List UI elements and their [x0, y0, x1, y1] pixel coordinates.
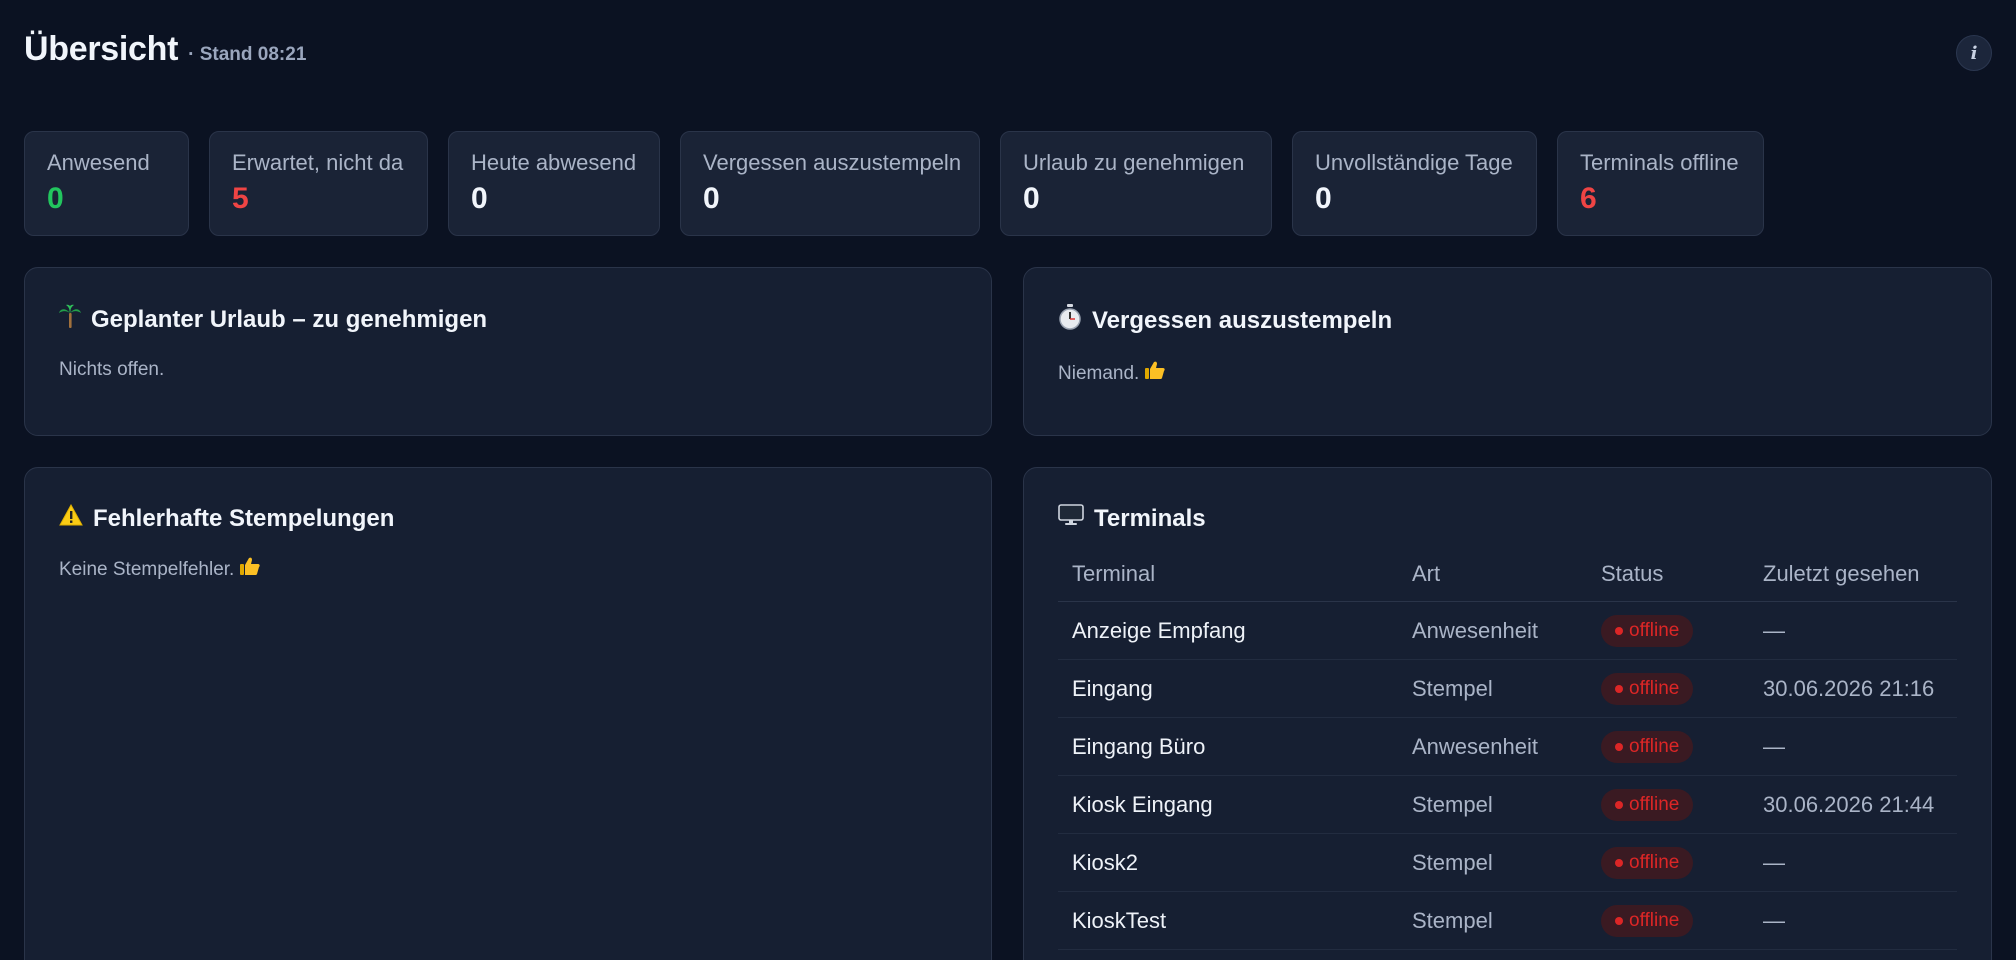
terminal-art: Anwesenheit [1398, 601, 1587, 660]
status-badge: offline [1601, 672, 1694, 705]
status-dot-icon [1615, 626, 1623, 635]
card-vergessen-auszustempeln: Vergessen auszustempeln Niemand. [1023, 267, 1992, 436]
card-title: Geplanter Urlaub – zu genehmigen [91, 305, 488, 333]
terminal-name: Eingang [1058, 659, 1398, 718]
dashboard-page: Übersicht · Stand 08:21 i Anwesend 0 Erw… [0, 0, 2016, 960]
column-header-art[interactable]: Art [1398, 553, 1587, 602]
kpi-label: Urlaub zu genehmigen [1023, 150, 1245, 175]
column-header-zuletzt-gesehen[interactable]: Zuletzt gesehen [1749, 553, 1957, 602]
kpi-value: 0 [471, 182, 488, 215]
table-row[interactable]: Eingang Büro Anwesenheit offline — [1058, 717, 1957, 776]
terminal-art: Anwesenheit [1398, 717, 1587, 776]
kpi-erwartet-nicht-da[interactable]: Erwartet, nicht da 5 [209, 131, 428, 236]
terminal-last-seen: 30.06.2026 21:16 [1749, 659, 1957, 718]
card-text: Niemand. [1058, 363, 1140, 384]
kpi-value: 0 [1023, 182, 1040, 215]
kpi-label: Terminals offline [1580, 150, 1739, 175]
terminal-name: KioskTest [1058, 891, 1398, 950]
table-header-row: Terminal Art Status Zuletzt gesehen [1058, 553, 1957, 602]
card-text: Nichts offen. [59, 359, 165, 380]
status-dot-icon [1615, 742, 1623, 751]
kpi-value: 0 [1315, 182, 1332, 215]
terminal-last-seen: — [1749, 833, 1957, 892]
terminal-art: Stempel [1398, 833, 1587, 892]
terminal-art: Stempel [1398, 659, 1587, 718]
kpi-vergessen-auszustempeln[interactable]: Vergessen auszustempeln 0 [680, 131, 980, 236]
terminal-name: Kiosk2 [1058, 833, 1398, 892]
kpi-value: 0 [703, 182, 720, 215]
kpi-label: Unvollständige Tage [1315, 150, 1513, 175]
terminal-last-seen: — [1749, 601, 1957, 660]
table-row[interactable]: KioskTest Stempel offline — [1058, 891, 1957, 950]
palm-tree-icon [59, 304, 81, 335]
terminals-table: Terminal Art Status Zuletzt gesehen Anze… [1058, 553, 1957, 950]
kpi-heute-abwesend[interactable]: Heute abwesend 0 [448, 131, 660, 236]
thumbs-up-icon [1144, 361, 1165, 385]
monitor-icon [1058, 504, 1084, 533]
table-row[interactable]: Kiosk Eingang Stempel offline 30.06.2026… [1058, 775, 1957, 834]
status-badge: offline [1601, 904, 1694, 937]
kpi-terminals-offline[interactable]: Terminals offline 6 [1557, 131, 1764, 236]
kpi-value: 6 [1580, 182, 1597, 215]
status-dot-icon [1615, 858, 1623, 867]
warning-icon [59, 503, 83, 533]
terminal-name: Kiosk Eingang [1058, 775, 1398, 834]
status-badge: offline [1601, 730, 1694, 763]
card-title: Terminals [1094, 504, 1206, 532]
card-title: Fehlerhafte Stempelungen [93, 504, 395, 532]
page-title: Übersicht [24, 30, 179, 68]
stand-timestamp: · Stand 08:21 [188, 44, 307, 65]
kpi-urlaub-zu-genehmigen[interactable]: Urlaub zu genehmigen 0 [1000, 131, 1272, 236]
terminal-last-seen: 30.06.2026 21:44 [1749, 775, 1957, 834]
terminal-art: Stempel [1398, 775, 1587, 834]
terminal-last-seen: — [1749, 891, 1957, 950]
terminal-art: Stempel [1398, 891, 1587, 950]
kpi-anwesend[interactable]: Anwesend 0 [24, 131, 189, 236]
kpi-label: Heute abwesend [471, 150, 637, 175]
kpi-row: Anwesend 0 Erwartet, nicht da 5 Heute ab… [24, 131, 1764, 236]
status-dot-icon [1615, 684, 1623, 693]
status-badge: offline [1601, 788, 1694, 821]
card-text: Keine Stempelfehler. [59, 559, 235, 580]
stopwatch-icon [1058, 304, 1082, 337]
table-row[interactable]: Kiosk2 Stempel offline — [1058, 833, 1957, 892]
page-header: Übersicht · Stand 08:21 [24, 30, 306, 69]
status-badge: offline [1601, 614, 1694, 647]
kpi-label: Vergessen auszustempeln [703, 150, 962, 175]
kpi-unvollstaendige-tage[interactable]: Unvollständige Tage 0 [1292, 131, 1537, 236]
terminal-last-seen: — [1749, 717, 1957, 776]
column-header-terminal[interactable]: Terminal [1058, 553, 1398, 602]
card-fehlerhafte-stempelungen: Fehlerhafte Stempelungen Keine Stempelfe… [24, 467, 992, 960]
card-geplanter-urlaub: Geplanter Urlaub – zu genehmigen Nichts … [24, 267, 992, 436]
terminal-name: Eingang Büro [1058, 717, 1398, 776]
card-terminals: Terminals Terminal Art Status Zuletzt ge… [1023, 467, 1992, 960]
kpi-value: 5 [232, 182, 249, 215]
status-badge: offline [1601, 846, 1694, 879]
kpi-label: Erwartet, nicht da [232, 150, 404, 175]
table-row[interactable]: Eingang Stempel offline 30.06.2026 21:16 [1058, 659, 1957, 718]
thumbs-up-icon [239, 557, 260, 581]
kpi-value: 0 [47, 182, 64, 215]
table-row[interactable]: Anzeige Empfang Anwesenheit offline — [1058, 601, 1957, 660]
card-title: Vergessen auszustempeln [1092, 306, 1393, 334]
kpi-label: Anwesend [47, 150, 150, 175]
column-header-status[interactable]: Status [1587, 553, 1749, 602]
status-dot-icon [1615, 916, 1623, 925]
status-dot-icon [1615, 800, 1623, 809]
info-button[interactable]: i [1956, 35, 1992, 71]
terminal-name: Anzeige Empfang [1058, 601, 1398, 660]
